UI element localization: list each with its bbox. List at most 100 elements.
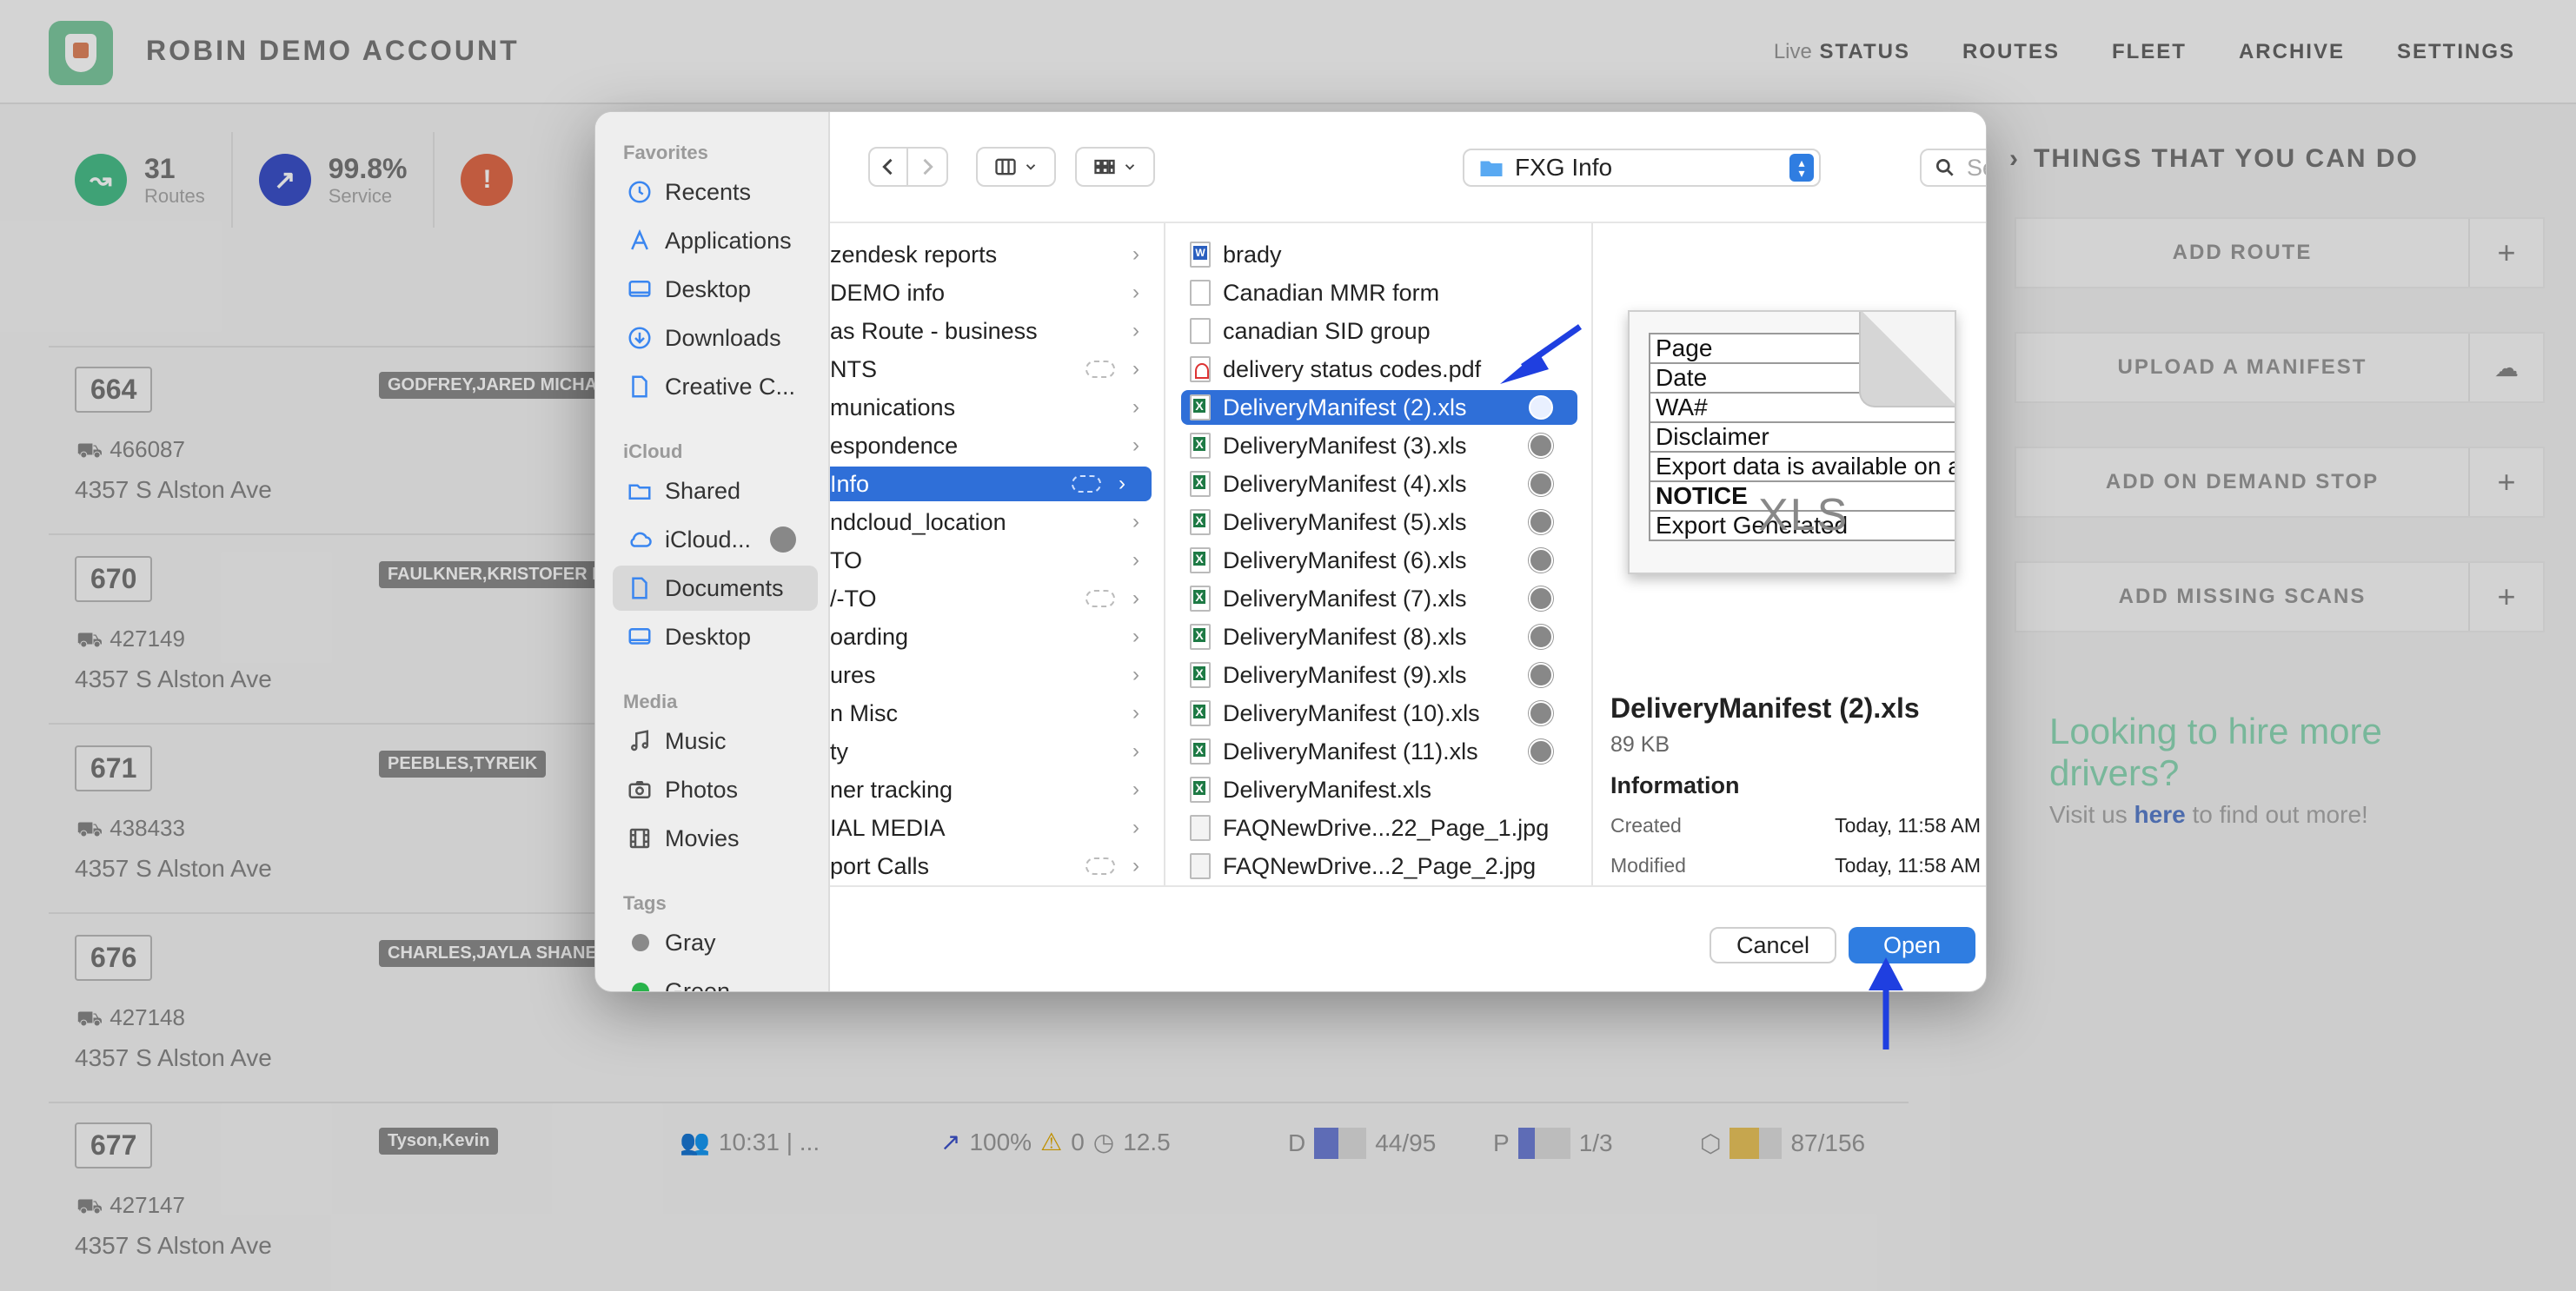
file-row[interactable]: DeliveryManifest (8).xls xyxy=(1181,619,1577,654)
cancel-button[interactable]: Cancel xyxy=(1710,927,1836,963)
file-row[interactable]: DeliveryManifest (11).xls xyxy=(1181,734,1577,769)
file-row[interactable]: FAQNewDrive...22_Page_1.jpg xyxy=(1181,811,1577,845)
file-row[interactable]: Canadian MMR form xyxy=(1181,275,1577,310)
favorites-header: Favorites xyxy=(623,142,708,163)
folder-row[interactable]: ty › xyxy=(830,734,1164,769)
preview-info-header: Information xyxy=(1610,772,1740,798)
tags-header: Tags xyxy=(623,892,667,914)
pdf-icon xyxy=(1190,356,1211,382)
file-row[interactable]: DeliveryManifest (7).xls xyxy=(1181,581,1577,616)
image-file-icon xyxy=(1190,815,1211,841)
sidebar-item-creative-cloud[interactable]: Creative C... xyxy=(613,364,818,409)
sidebar-item-desktop[interactable]: Desktop xyxy=(613,267,818,312)
folder-row[interactable]: /-TO › xyxy=(830,581,1164,616)
file-row[interactable]: brady xyxy=(1181,237,1577,272)
folder-row[interactable]: n Misc › xyxy=(830,696,1164,731)
file-row[interactable]: DeliveryManifest (10).xls xyxy=(1181,696,1577,731)
file-row[interactable]: FAQNewDrive...2_Page_2.jpg xyxy=(1181,849,1577,884)
preview-filesize: 89 KB xyxy=(1610,732,1670,757)
grid-icon xyxy=(1094,159,1115,175)
file-row[interactable]: canadian SID group xyxy=(1181,314,1577,348)
file-row[interactable]: DeliveryManifest (4).xls xyxy=(1181,467,1577,501)
folder-icon xyxy=(1480,161,1503,176)
file-column: brady Canadian MMR form canadian SID gro… xyxy=(1165,223,1593,885)
sidebar-item-shared[interactable]: Shared xyxy=(613,468,818,513)
folder-row[interactable]: ndcloud_location › xyxy=(830,505,1164,540)
back-button[interactable] xyxy=(868,147,908,187)
folder-row[interactable]: IAL MEDIA › xyxy=(830,811,1164,845)
sidebar-item-icloud-desktop[interactable]: Desktop xyxy=(613,614,818,659)
folder-row[interactable]: ures › xyxy=(830,658,1164,692)
folder-path-popup[interactable]: FXG Info ▴ ▾ xyxy=(1463,149,1821,187)
sidebar-tag-gray[interactable]: Gray xyxy=(613,920,818,965)
desktop-icon xyxy=(627,624,653,650)
folder-row[interactable]: port Calls › xyxy=(830,849,1164,884)
cloud-icon xyxy=(1086,590,1115,607)
sidebar-item-music[interactable]: Music xyxy=(613,718,818,764)
camera-icon xyxy=(627,777,653,803)
sidebar-item-applications[interactable]: Applications xyxy=(613,218,818,263)
file-row[interactable]: DeliveryManifest (5).xls xyxy=(1181,505,1577,540)
folder-row[interactable]: oarding › xyxy=(830,619,1164,654)
folder-row[interactable]: ner tracking › xyxy=(830,772,1164,807)
film-icon xyxy=(627,825,653,851)
download-status-icon xyxy=(1529,472,1553,496)
file-row[interactable]: DeliveryManifest.xls xyxy=(1181,772,1577,807)
sidebar-item-photos[interactable]: Photos xyxy=(613,767,818,812)
excel-icon xyxy=(1190,662,1211,688)
search-field[interactable]: Search xyxy=(1920,149,1986,187)
folder-row[interactable]: NTS › xyxy=(830,352,1164,387)
stepper-icon: ▴ ▾ xyxy=(1789,154,1814,182)
sidebar-item-recents[interactable]: Recents xyxy=(613,169,818,215)
tag-dot-icon xyxy=(632,983,649,991)
download-status-icon xyxy=(1529,625,1553,649)
excel-icon xyxy=(1190,586,1211,612)
sidebar-tag-green[interactable]: Green xyxy=(613,969,818,991)
folder-row[interactable]: munications › xyxy=(830,390,1164,425)
excel-icon xyxy=(1190,394,1211,420)
preview-modified: Modified Today, 11:58 AM xyxy=(1610,854,1981,877)
folder-row-selected[interactable]: Info › xyxy=(830,467,1152,501)
sync-status-icon xyxy=(770,526,797,553)
tag-dot-icon xyxy=(632,934,649,951)
folder-row[interactable]: espondence › xyxy=(830,428,1164,463)
folder-column: zendesk reports › DEMO info › as Route - b… xyxy=(830,223,1165,885)
folder-row[interactable]: TO › xyxy=(830,543,1164,578)
columns-view-icon xyxy=(995,158,1016,175)
download-status-icon xyxy=(1529,739,1553,764)
chevron-left-icon xyxy=(882,158,893,175)
clock-icon xyxy=(627,179,653,205)
cloud-icon xyxy=(1086,857,1115,875)
spreadsheet-thumbnail: Page Date WA# Disclaimer Export data is … xyxy=(1628,310,1956,574)
group-by-button[interactable] xyxy=(1075,147,1155,187)
open-button[interactable]: Open xyxy=(1849,927,1975,963)
excel-icon xyxy=(1190,738,1211,765)
folder-row[interactable]: zendesk reports › xyxy=(830,237,1164,272)
forward-button[interactable] xyxy=(908,147,948,187)
folder-row[interactable]: DEMO info › xyxy=(830,275,1164,310)
sidebar-item-icloud-drive[interactable]: iCloud... xyxy=(613,517,818,562)
file-row[interactable]: DeliveryManifest (6).xls xyxy=(1181,543,1577,578)
file-row[interactable]: delivery status codes.pdf xyxy=(1181,352,1577,387)
chevron-down-icon xyxy=(1026,164,1036,170)
file-row-selected[interactable]: DeliveryManifest (2).xls xyxy=(1181,390,1577,425)
sidebar-item-downloads[interactable]: Downloads xyxy=(613,315,818,361)
nav-buttons xyxy=(865,147,952,187)
excel-icon xyxy=(1190,700,1211,726)
view-columns-button[interactable] xyxy=(976,147,1056,187)
sidebar-item-documents[interactable]: Documents xyxy=(613,566,818,611)
cloud-icon xyxy=(1086,361,1115,378)
download-status-icon xyxy=(1529,434,1553,458)
download-icon xyxy=(627,325,653,351)
sidebar-item-movies[interactable]: Movies xyxy=(613,816,818,861)
file-row[interactable]: DeliveryManifest (9).xls xyxy=(1181,658,1577,692)
preview-created: Created Today, 11:58 AM xyxy=(1610,814,1981,837)
dialog-footer: Cancel Open xyxy=(830,885,1986,991)
dialog-toolbar: FXG Info ▴▾ Search xyxy=(830,112,1986,223)
file-row[interactable]: DeliveryManifest (3).xls xyxy=(1181,428,1577,463)
page-fold xyxy=(1859,312,1955,407)
document-icon xyxy=(627,374,653,400)
folder-row[interactable]: as Route - business › xyxy=(830,314,1164,348)
download-status-icon xyxy=(1529,510,1553,534)
file-preview: Page Date WA# Disclaimer Export data is … xyxy=(1593,223,1986,885)
